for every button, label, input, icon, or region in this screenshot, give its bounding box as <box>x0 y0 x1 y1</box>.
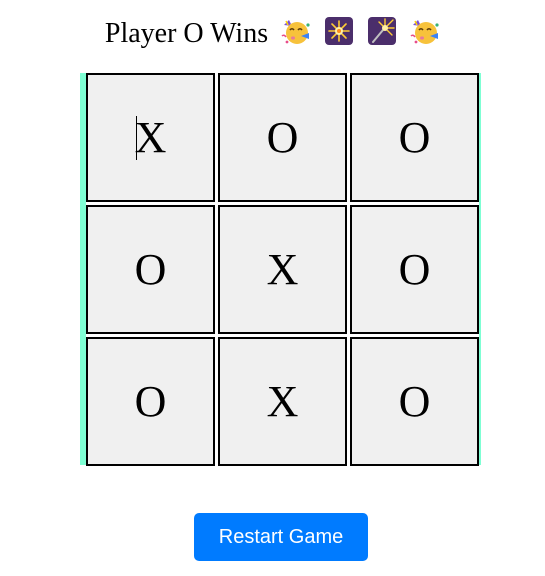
board-cell-4[interactable]: O <box>86 205 215 334</box>
game-page: Player O Wins X O O O X O O X O Restart … <box>0 0 545 576</box>
sparkler-icon <box>324 16 354 46</box>
cell-mark: O <box>398 377 431 426</box>
cell-mark: X <box>266 245 299 294</box>
board-cell-5[interactable]: X <box>218 205 347 334</box>
board-cell-8[interactable]: X <box>218 337 347 466</box>
cell-mark: O <box>134 377 167 426</box>
board-cell-3[interactable]: O <box>350 73 479 202</box>
board-cell-2[interactable]: O <box>218 73 347 202</box>
board-cell-6[interactable]: O <box>350 205 479 334</box>
game-status: Player O Wins <box>0 12 545 56</box>
board-cell-9[interactable]: O <box>350 337 479 466</box>
board-container: X O O O X O O X O <box>80 73 481 466</box>
status-text: Player O Wins <box>104 18 269 49</box>
partying-face-icon <box>281 16 311 46</box>
restart-game-button[interactable]: Restart Game <box>194 513 368 561</box>
partying-face-icon <box>410 16 440 46</box>
cell-mark: O <box>266 113 299 162</box>
cell-mark: O <box>134 245 167 294</box>
cell-mark: O <box>398 245 431 294</box>
board-cell-1[interactable]: X <box>86 73 215 202</box>
board-cell-7[interactable]: O <box>86 337 215 466</box>
sparkler-icon <box>367 16 397 46</box>
cell-mark: X <box>134 113 167 162</box>
game-board: X O O O X O O X O <box>86 73 479 466</box>
cell-mark: X <box>266 377 299 426</box>
cell-mark: O <box>398 113 431 162</box>
text-caret <box>136 116 137 160</box>
